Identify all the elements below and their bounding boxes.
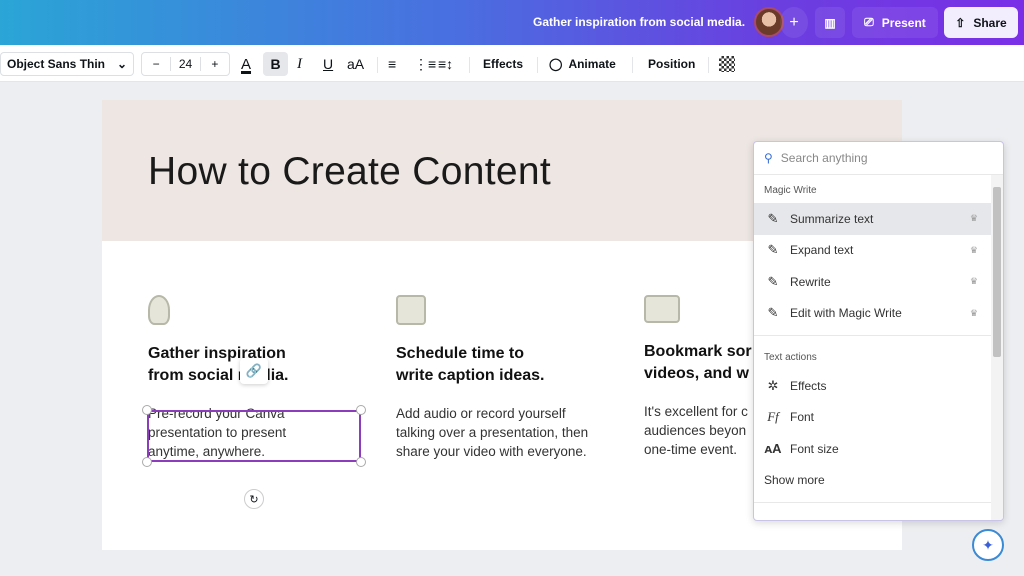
spacing-icon[interactable]: ≡↕ [438, 52, 453, 76]
menu-item-edit-magic-write[interactable]: ✎ Edit with Magic Write ♛ [754, 298, 992, 330]
notepad-icon [396, 295, 426, 325]
menu-item-summarize[interactable]: ✎ Summarize text ♛ [754, 203, 992, 235]
section-label: Text actions [764, 352, 817, 363]
sparkle-icon: ✦ [982, 536, 994, 553]
list-icon[interactable]: ⋮≡ [414, 52, 436, 76]
chevron-down-icon: ⌄ [116, 57, 127, 71]
magic-pen-icon: ✎ [767, 305, 779, 321]
slide-title[interactable]: How to Create Content [148, 150, 551, 194]
scrollbar[interactable] [991, 175, 1003, 520]
lightbulb-icon [148, 295, 170, 325]
menu-item-expand[interactable]: ✎ Expand text ♛ [754, 235, 992, 267]
bar-chart-icon: ▥ [824, 15, 836, 30]
present-icon: ⎚ [864, 15, 874, 29]
text-toolbar: Object Sans Thin ⌄ − 24 + A B I U aA ≡ ⋮≡… [0, 45, 1024, 82]
magic-assistant-button[interactable]: ✦ [972, 529, 1004, 561]
upload-icon: ⇧ [955, 15, 966, 30]
text-color-button[interactable]: A [241, 52, 251, 76]
add-collaborator-button[interactable]: + [780, 7, 808, 38]
crown-icon: ♛ [969, 213, 978, 224]
link-icon[interactable]: 🔗 [240, 358, 268, 384]
document-title[interactable]: Gather inspiration from social media. [533, 15, 745, 29]
effects-button[interactable]: Effects [483, 52, 523, 76]
search-input[interactable]: ⚲ Search anything [754, 142, 1003, 175]
magic-search-panel: ⚲ Search anything Magic Write ✎ Summarize … [753, 141, 1004, 521]
increase-size-button[interactable]: + [199, 57, 229, 71]
crown-icon: ♛ [969, 244, 978, 255]
insights-button[interactable]: ▥ [815, 7, 845, 38]
font-name: Object Sans Thin [7, 57, 106, 71]
pen-icon: ✎ [767, 210, 779, 226]
resize-handle[interactable] [356, 405, 366, 415]
present-label: Present [881, 15, 926, 30]
align-left-icon[interactable]: ≡ [388, 52, 396, 76]
resize-handle[interactable] [356, 457, 366, 467]
share-button[interactable]: ⇧ Share [944, 7, 1018, 38]
sparkle-icon: ✲ [767, 377, 779, 393]
present-button[interactable]: ⎚ Present [852, 7, 938, 38]
rotate-handle-icon[interactable]: ↻ [244, 489, 264, 509]
underline-button[interactable]: U [323, 52, 333, 76]
rewrite-icon: ✎ [767, 273, 779, 289]
pen-plus-icon: ✎ [767, 242, 779, 258]
resize-handle[interactable] [142, 457, 152, 467]
share-label: Share [973, 15, 1007, 30]
column-body[interactable]: Add audio or record yourself talking over… [396, 404, 626, 461]
font-size-stepper[interactable]: − 24 + [141, 52, 230, 76]
crown-icon: ♛ [969, 307, 978, 318]
resize-handle[interactable] [142, 405, 152, 415]
menu-item-effects[interactable]: ✲ Effects [754, 370, 992, 402]
italic-button[interactable]: I [297, 52, 302, 76]
crown-icon: ♛ [969, 276, 978, 287]
column-heading[interactable]: Schedule time to write caption ideas. [396, 343, 626, 387]
search-placeholder: Search anything [780, 151, 868, 165]
decrease-size-button[interactable]: − [142, 57, 172, 71]
transparency-icon[interactable] [719, 56, 735, 72]
animate-label: Animate [568, 57, 616, 71]
animate-icon: ◯ [549, 57, 563, 71]
font-selector[interactable]: Object Sans Thin ⌄ [0, 52, 134, 76]
menu-item-font-size[interactable]: ᴀA Font size [754, 433, 992, 465]
top-bar: Gather inspiration from social media. + … [0, 0, 1024, 45]
magic-search-icon: ⚲ [764, 151, 773, 165]
laptop-icon [644, 295, 680, 323]
font-icon: Ff [767, 409, 779, 425]
letter-case-button[interactable]: aA [347, 52, 364, 76]
show-more-link[interactable]: Show more [754, 465, 992, 497]
font-size-icon: ᴀA [764, 441, 782, 457]
animate-button[interactable]: ◯ Animate [549, 52, 616, 76]
menu-item-font[interactable]: Ff Font [754, 402, 992, 434]
position-button[interactable]: Position [648, 52, 695, 76]
section-label: Magic Write [764, 185, 817, 196]
font-size-input[interactable]: 24 [171, 57, 199, 71]
bold-button[interactable]: B [263, 52, 288, 76]
selection-box[interactable] [147, 410, 361, 462]
column-2: Schedule time to write caption ideas. Add… [396, 295, 626, 461]
menu-item-rewrite[interactable]: ✎ Rewrite ♛ [754, 266, 992, 298]
